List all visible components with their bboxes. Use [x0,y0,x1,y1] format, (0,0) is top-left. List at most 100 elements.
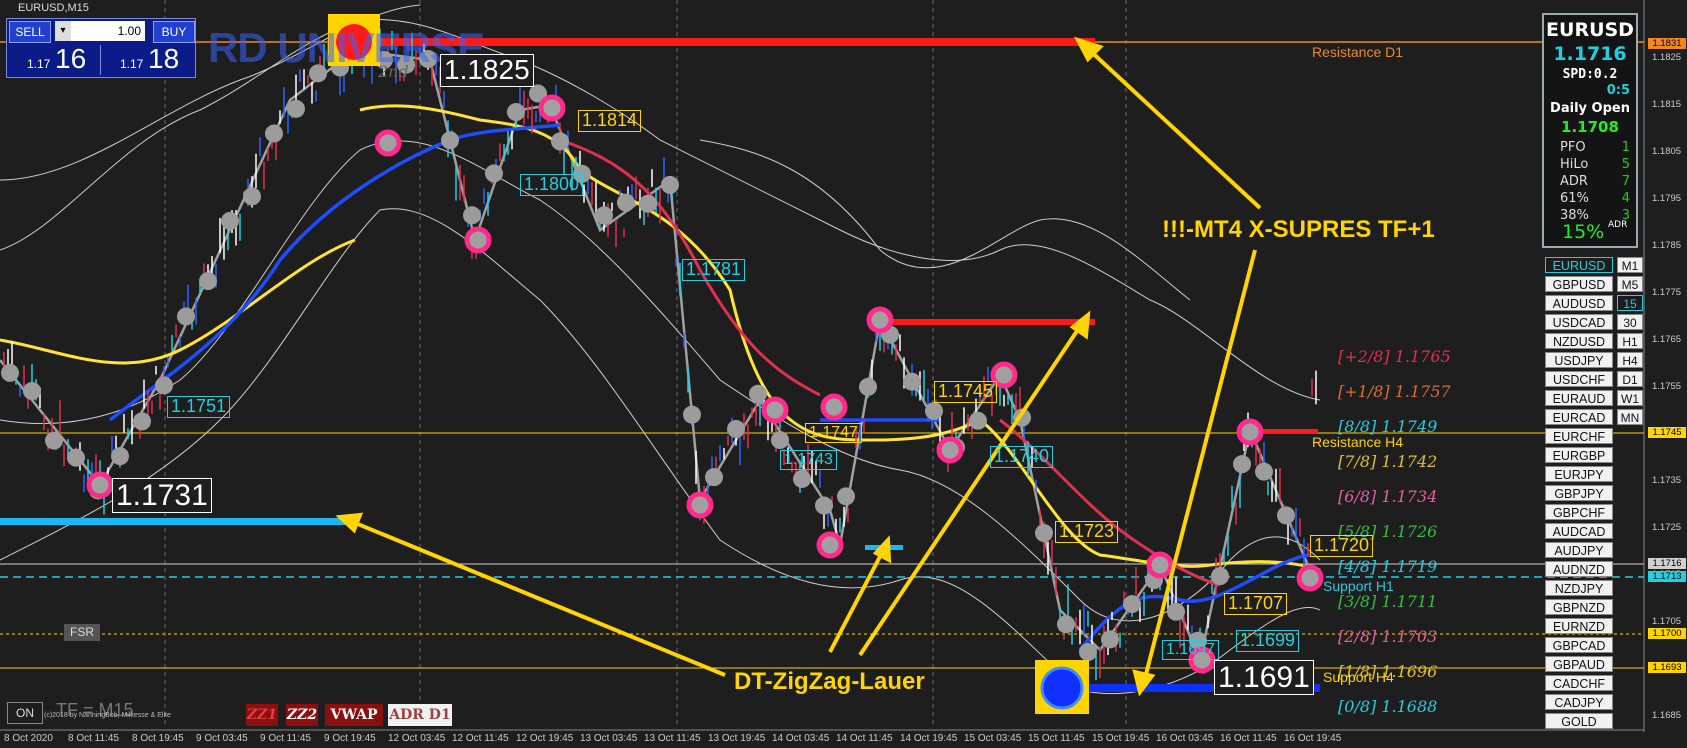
symbol-button-cadjpy[interactable]: CADJPY [1545,694,1613,710]
symbol-button-audcad[interactable]: AUDCAD [1545,523,1613,539]
zigzag-node [1123,595,1141,614]
vwap-button[interactable]: VWAP [325,704,383,726]
symbol-button-gbpcad[interactable]: GBPCAD [1545,637,1613,653]
symbol-button-eurusd[interactable]: EURUSD [1545,257,1613,273]
symbol-button-usdchf[interactable]: USDCHF [1545,371,1613,387]
support-h1-label: Support H1 [1323,578,1394,594]
zz1-button[interactable]: ZZ1 [246,704,278,726]
zigzag-node [265,124,283,143]
zigzag-node [1035,524,1053,543]
zigzag-label-1751: 1.1751 [167,396,231,418]
symbol-button-eurnzd[interactable]: EURNZD [1545,618,1613,634]
info-stat-value: 7 [1621,174,1630,189]
time-axis-label: 8 Oct 2020 [4,733,53,744]
on-toggle[interactable]: ON [7,702,43,724]
symbol-button-audusd[interactable]: AUDUSD [1545,295,1613,311]
timeframe-button-30[interactable]: 30 [1617,314,1643,330]
murrey-level-label: [7/8] 1.1742 [1338,452,1438,471]
symbol-button-eurcad[interactable]: EURCAD [1545,409,1613,425]
timeframe-button-w1[interactable]: W1 [1617,390,1643,406]
info-stat-key: PFO [1560,140,1586,155]
zigzag-node [661,175,679,194]
symbol-button-gbpusd[interactable]: GBPUSD [1545,276,1613,292]
symbol-button-gold[interactable]: GOLD [1545,713,1613,729]
price-axis-label: 1.1825 [1652,52,1682,63]
zigzag-node [133,412,151,431]
symbol-button-eurgbp[interactable]: EURGBP [1545,447,1613,463]
price-axis-label: 1.1795 [1652,193,1682,204]
price-axis-label: 1.1785 [1652,240,1682,251]
buy-button[interactable]: BUY [153,21,195,43]
symbol-button-audjpy[interactable]: AUDJPY [1545,542,1613,558]
symbol-button-eurchf[interactable]: EURCHF [1545,428,1613,444]
symbol-button-usdjpy[interactable]: USDJPY [1545,352,1613,368]
pivot-circle [820,393,848,421]
price-axis-tag: 1.1700 [1648,628,1686,639]
timeframe-button-h1[interactable]: H1 [1617,333,1643,349]
fsr-button[interactable]: FSR [64,624,100,641]
time-axis-label: 14 Oct 11:45 [836,733,893,744]
timeframe-button-mn[interactable]: MN [1617,409,1643,425]
annotation-arrows [335,36,1262,697]
price-axis-label: 1.1685 [1652,710,1682,721]
info-stat-key: ADR [1560,174,1588,189]
symbol-button-nzdusd[interactable]: NZDUSD [1545,333,1613,349]
envelope-bands [0,4,1321,695]
zigzag-node [1,363,19,382]
info-panel: EURUSD 1.1716 SPD:0.2 0:5 Daily Open 1.1… [1542,13,1638,248]
zigzag-label-1740: 1.1740 [990,446,1054,468]
bid-big: 16 [55,43,87,74]
zigzag-node [155,376,173,395]
symbol-button-gbpaud[interactable]: GBPAUD [1545,656,1613,672]
zigzag-node [1057,615,1075,634]
price-axis-tag: 1.1693 [1648,662,1686,673]
moving-average-blue [108,123,1311,652]
zz2-button[interactable]: ZZ2 [286,704,318,726]
zigzag-label-1723: 1.1723 [1055,521,1119,543]
bid-price-button[interactable]: 1.17 16 [9,43,101,75]
time-axis-label: 15 Oct 03:45 [964,733,1022,744]
zigzag-node [111,447,129,466]
symbol-button-gbpnzd[interactable]: GBPNZD [1545,599,1613,615]
symbol-button-cadchf[interactable]: CADCHF [1545,675,1613,691]
timeframe-button-h4[interactable]: H4 [1617,352,1643,368]
zigzag-node [199,272,217,291]
zigzag-node [617,193,635,212]
adr-d1-button[interactable]: ADR D1 [388,704,452,726]
timeframe-button-15[interactable]: 15 [1617,295,1643,311]
price-axis-label: 1.1725 [1652,522,1682,533]
symbol-button-audnzd[interactable]: AUDNZD [1545,561,1613,577]
annotation-supres: !!!-MT4 X-SUPRES TF+1 [1162,216,1435,243]
support-h4-label: Support H4 [1323,669,1394,685]
time-axis-label: 8 Oct 19:45 [132,733,184,744]
timeframe-button-m1[interactable]: M1 [1617,257,1643,273]
symbol-button-nzdjpy[interactable]: NZDJPY [1545,580,1613,596]
pivot-circle [1296,564,1324,592]
timeframe-button-m5[interactable]: M5 [1617,276,1643,292]
resistance-h4-label: Resistance H4 [1312,434,1404,450]
info-spread: SPD:0.2 [1562,67,1618,82]
lot-dropdown-icon[interactable]: ▾ [55,21,71,41]
one-click-trade-panel: SELL ▾ 1.00 BUY 1.17 16 1.17 18 [6,18,196,78]
zigzag-node [925,402,943,421]
zigzag-label-1745: 1.1745 [934,381,998,403]
info-stat-value: 5 [1621,157,1630,172]
sell-button[interactable]: SELL [9,21,51,43]
symbol-button-euraud[interactable]: EURAUD [1545,390,1613,406]
zigzag-node [837,487,855,506]
price-axis-tag: 1.1716 [1648,558,1686,569]
pivot-circle [816,531,844,559]
ask-price-button[interactable]: 1.17 18 [102,43,193,75]
symbol-button-gbpjpy[interactable]: GBPJPY [1545,485,1613,501]
zigzag-node [793,469,811,488]
symbol-button-usdcad[interactable]: USDCAD [1545,314,1613,330]
symbol-button-eurjpy[interactable]: EURJPY [1545,466,1613,482]
symbol-button-gbpchf[interactable]: GBPCHF [1545,504,1613,520]
zigzag-node [1167,602,1185,621]
timeframe-button-d1[interactable]: D1 [1617,371,1643,387]
time-axis-label: 9 Oct 03:45 [196,733,248,744]
zigzag-label-1781: 1.1781 [682,259,746,281]
zigzag-label-1800: 1.1800 [520,174,584,196]
info-stat-key: 61% [1560,191,1589,206]
zigzag-node [903,372,921,391]
